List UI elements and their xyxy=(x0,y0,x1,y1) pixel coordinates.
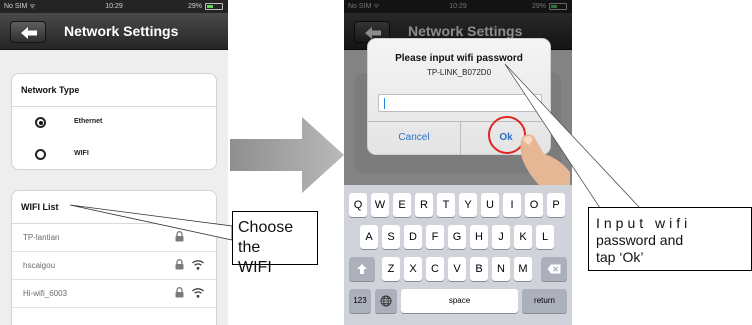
choose-wifi-callout: Choose the WIFI xyxy=(232,211,318,276)
callout-line: Choose the xyxy=(238,219,294,256)
annotation-leader-lines xyxy=(69,63,641,241)
callout-line: Input wifi xyxy=(596,215,692,231)
right-callout-leader xyxy=(504,63,641,209)
callout-line: WIFI xyxy=(238,259,272,276)
callout-line: password and xyxy=(596,232,684,248)
input-password-callout: Input wifi password and tap ‘Ok’ xyxy=(588,207,752,271)
left-callout-leader xyxy=(69,204,233,241)
callout-line: tap ‘Ok’ xyxy=(596,249,644,265)
